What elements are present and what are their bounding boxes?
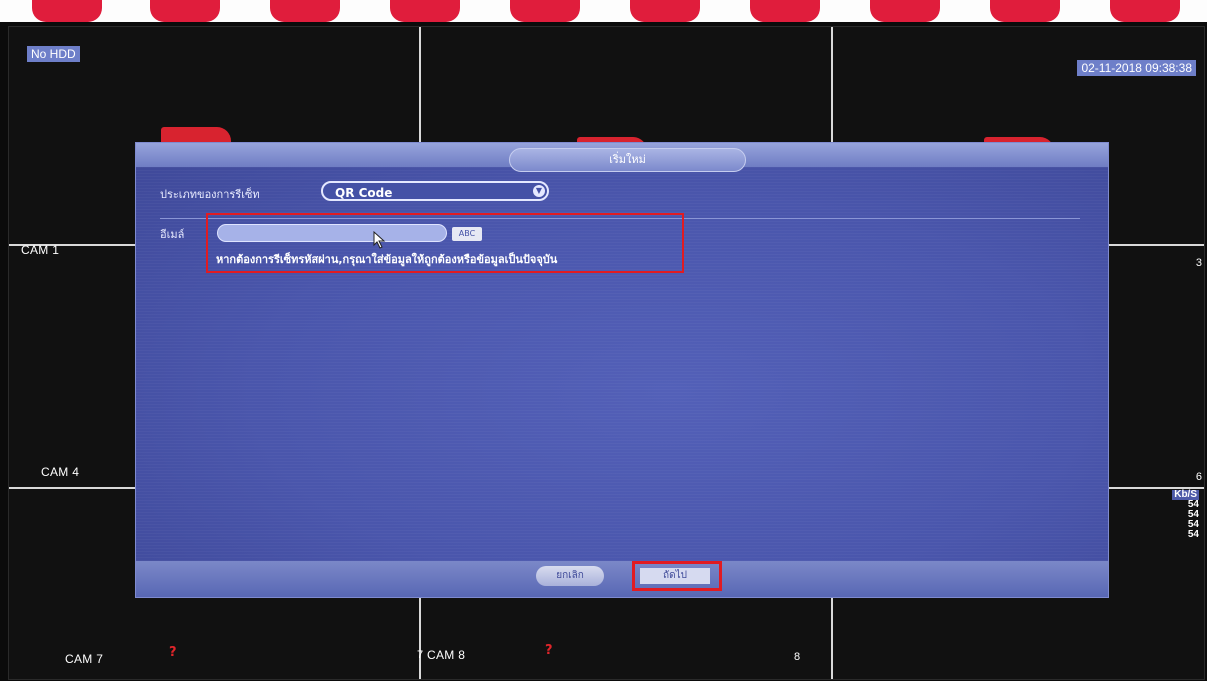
chevron-down-icon[interactable]: ▼ xyxy=(533,185,545,197)
no-hdd-status: No HDD xyxy=(27,46,80,62)
cam-8-label: CAM 8 xyxy=(427,648,466,662)
email-label: อีเมล์ xyxy=(160,228,185,241)
cam-1-label: CAM 1 xyxy=(21,243,60,257)
bitrate-panel: Kb/S 54 54 54 54 xyxy=(1172,490,1199,540)
datetime-display: 02-11-2018 09:38:38 xyxy=(1077,60,1196,76)
reset-type-label: ประเภทของการรีเซ็ท xyxy=(160,188,260,201)
reset-dialog: เริ่มใหม่ ประเภทของการรีเซ็ท QR Code ▼ อ… xyxy=(135,142,1109,598)
no-signal-icon: ? xyxy=(169,645,177,660)
banner-glyph xyxy=(1110,0,1180,22)
banner-glyph xyxy=(750,0,820,22)
banner-glyph xyxy=(630,0,700,22)
no-signal-icon: ? xyxy=(545,643,553,658)
banner-glyph xyxy=(390,0,460,22)
channel-number: 8 xyxy=(794,651,801,663)
banner-glyph xyxy=(990,0,1060,22)
channel-number: 3 xyxy=(1195,257,1202,269)
channel-number: 6 xyxy=(1195,471,1202,483)
banner-glyph xyxy=(32,0,102,22)
dialog-title: เริ่มใหม่ xyxy=(509,148,746,172)
top-banner xyxy=(0,0,1207,22)
banner-glyph xyxy=(270,0,340,22)
cam-4-label: CAM 4 xyxy=(41,465,80,479)
reset-type-select[interactable]: QR Code ▼ xyxy=(321,181,549,201)
highlight-annotation xyxy=(632,561,722,591)
cancel-button[interactable]: ยกเลิก xyxy=(536,566,604,586)
highlight-annotation xyxy=(206,213,684,273)
bitrate-value: 54 xyxy=(1187,529,1199,540)
cam-7-label: CAM 7 xyxy=(65,652,104,666)
reset-type-value: QR Code xyxy=(335,186,393,200)
banner-glyph xyxy=(510,0,580,22)
banner-glyph xyxy=(870,0,940,22)
dialog-footer xyxy=(136,561,1108,597)
banner-glyph xyxy=(150,0,220,22)
channel-number: 7 xyxy=(417,649,424,661)
